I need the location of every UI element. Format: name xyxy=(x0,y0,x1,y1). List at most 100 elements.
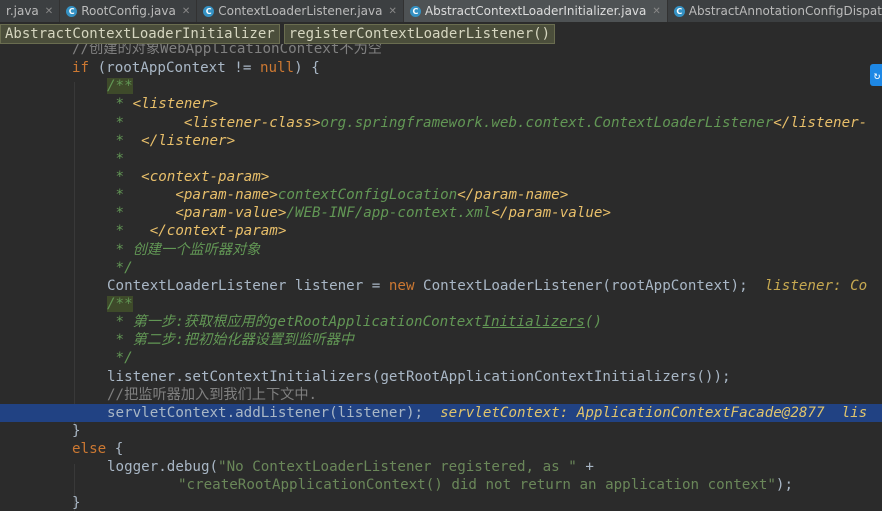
tab-abstractcontextloaderinitializer[interactable]: C AbstractContextLoaderInitializer.java ✕ xyxy=(403,0,668,22)
close-icon[interactable]: ✕ xyxy=(45,6,53,17)
code-line: } xyxy=(0,494,882,511)
code-line: "createRootApplicationContext() did not … xyxy=(0,476,882,494)
code-line: * <listener> xyxy=(0,95,882,113)
tab-label: RootConfig.java xyxy=(81,4,176,18)
doc-comment: * 第二步:把初始化器设置到监听器中 xyxy=(107,332,354,348)
editor-tab-bar: r.java ✕ C RootConfig.java ✕ C ContextLoader… xyxy=(0,0,882,23)
doc-tag: <context-param> xyxy=(141,169,270,185)
close-icon[interactable]: ✕ xyxy=(182,6,190,17)
keyword: new xyxy=(388,278,415,294)
doc-comment: */ xyxy=(107,260,133,276)
code-text: logger.debug( xyxy=(107,459,219,475)
doc-comment: * xyxy=(107,151,125,167)
doc-comment: * xyxy=(107,115,184,131)
doc-tag: </param-value> xyxy=(491,205,611,221)
side-tool-icon[interactable]: ↻ xyxy=(870,64,882,86)
doc-comment: * xyxy=(107,133,142,149)
class-icon: C xyxy=(66,5,78,17)
tab-label: AbstractContextLoaderInitializer.java xyxy=(424,4,647,18)
doc-comment: * xyxy=(107,223,150,239)
code-line: //创建的对象WebApplicationContext不为空 xyxy=(0,44,882,58)
code-line: listener.setContextInitializers(getRootA… xyxy=(0,368,882,386)
close-icon[interactable]: ✕ xyxy=(388,6,396,17)
code-line: * 第二步:把初始化器设置到监听器中 xyxy=(0,331,882,349)
keyword: null xyxy=(259,60,295,76)
tab-contextloaderlistener[interactable]: C ContextLoaderListener.java ✕ xyxy=(197,0,404,22)
doc-comment: org.springframework.web.context.ContextL… xyxy=(320,115,774,131)
code-line: logger.debug("No ContextLoaderListener r… xyxy=(0,458,882,476)
code-line: } xyxy=(0,422,882,440)
code-line-current-breakpoint: servletContext.addListener(listener); se… xyxy=(0,404,882,422)
comment: //把监听器加入到我们上下文中. xyxy=(107,387,318,403)
code-line: * xyxy=(0,150,882,168)
code-text: ); xyxy=(775,477,794,493)
code-line: * <listener-class>org.springframework.we… xyxy=(0,114,882,132)
code-text: } xyxy=(72,423,81,439)
code-line: * 创建一个监听器对象 xyxy=(0,241,882,259)
doc-tag: </listener> xyxy=(141,133,236,149)
comment: //创建的对象WebApplicationContext不为空 xyxy=(72,44,382,57)
code-editor[interactable]: //创建的对象WebApplicationContext不为空 if (root… xyxy=(0,44,882,511)
tab-label: r.java xyxy=(6,4,39,18)
doc-tag: <param-name> xyxy=(175,187,278,203)
code-line: ContextLoaderListener listener = new Con… xyxy=(0,277,882,295)
code-line: if (rootAppContext != null) { xyxy=(0,59,882,77)
code-text: ContextLoaderListener listener = xyxy=(107,278,389,294)
doc-comment: /** xyxy=(107,78,133,94)
tab-abstractannotationconfig[interactable]: CAbstractAnnotationConfigDispatcherServl… xyxy=(668,0,882,22)
class-icon: C xyxy=(409,5,421,17)
doc-comment: * xyxy=(107,169,142,185)
tab-label: AbstractAnnotationConfigDispatcherServle… xyxy=(688,4,882,18)
code-text: { xyxy=(106,441,124,457)
code-line: * <param-value>/WEB-INF/app-context.xml<… xyxy=(0,204,882,222)
doc-link[interactable]: Initializers xyxy=(482,314,585,330)
code-text: + xyxy=(576,459,594,475)
code-line: * </context-param> xyxy=(0,222,882,240)
doc-comment: * xyxy=(107,187,176,203)
doc-comment: /WEB-INF/app-context.xml xyxy=(286,205,492,221)
doc-comment: * xyxy=(107,96,133,112)
code-line: /** xyxy=(0,295,882,313)
tab-rootconfig[interactable]: C RootConfig.java ✕ xyxy=(60,0,198,22)
doc-comment: contextConfigLocation xyxy=(277,187,458,203)
breadcrumb-class[interactable]: AbstractContextLoaderInitializer xyxy=(0,23,280,44)
code-text: (rootAppContext != xyxy=(89,60,260,76)
string-literal: "createRootApplicationContext() did not … xyxy=(178,477,776,493)
close-icon[interactable]: ✕ xyxy=(652,6,660,17)
code-line: */ xyxy=(0,259,882,277)
code-line: else { xyxy=(0,440,882,458)
code-text: ContextLoaderListener(rootAppContext); xyxy=(414,278,748,294)
breadcrumb-method[interactable]: registerContextLoaderListener() xyxy=(283,23,556,44)
tab-label: ContextLoaderListener.java xyxy=(218,4,383,18)
code-text: listener.setContextInitializers(getRootA… xyxy=(107,369,731,385)
code-line: * <param-name>contextConfigLocation</par… xyxy=(0,186,882,204)
code-line: * 第一步:获取根应用的getRootApplicationContextIni… xyxy=(0,313,882,331)
doc-comment: /** xyxy=(107,296,133,312)
code-line: /** xyxy=(0,77,882,95)
code-text: } xyxy=(72,495,81,511)
code-line: * <context-param> xyxy=(0,168,882,186)
code-line: //把监听器加入到我们上下文中. xyxy=(0,386,882,404)
doc-comment: * xyxy=(107,205,176,221)
class-icon: C xyxy=(203,5,215,17)
debug-inline-value: servletContext: ApplicationContextFacade… xyxy=(423,405,868,421)
doc-tag: <param-value> xyxy=(175,205,287,221)
doc-tag: </listener- xyxy=(773,115,868,131)
doc-comment: * 创建一个监听器对象 xyxy=(107,242,261,258)
doc-comment: * 第一步:获取根应用的getRootApplicationContext xyxy=(107,314,483,330)
doc-tag: </param-name> xyxy=(457,187,569,203)
code-text: ) { xyxy=(294,60,320,76)
class-icon: C xyxy=(673,5,685,17)
code-text: servletContext.addListener(listener); xyxy=(107,405,424,421)
string-literal: "No ContextLoaderListener registered, as… xyxy=(218,459,577,475)
breadcrumb: AbstractContextLoaderInitializer registe… xyxy=(0,23,882,44)
code-line: */ xyxy=(0,349,882,367)
tab-r-java[interactable]: r.java ✕ xyxy=(0,0,61,22)
doc-tag: <listener> xyxy=(132,96,219,112)
doc-tag: <listener-class> xyxy=(183,115,321,131)
code-line: * </listener> xyxy=(0,132,882,150)
doc-comment: () xyxy=(584,314,602,330)
keyword: if xyxy=(72,60,90,76)
doc-tag: </context-param> xyxy=(149,223,287,239)
doc-comment: */ xyxy=(107,350,133,366)
